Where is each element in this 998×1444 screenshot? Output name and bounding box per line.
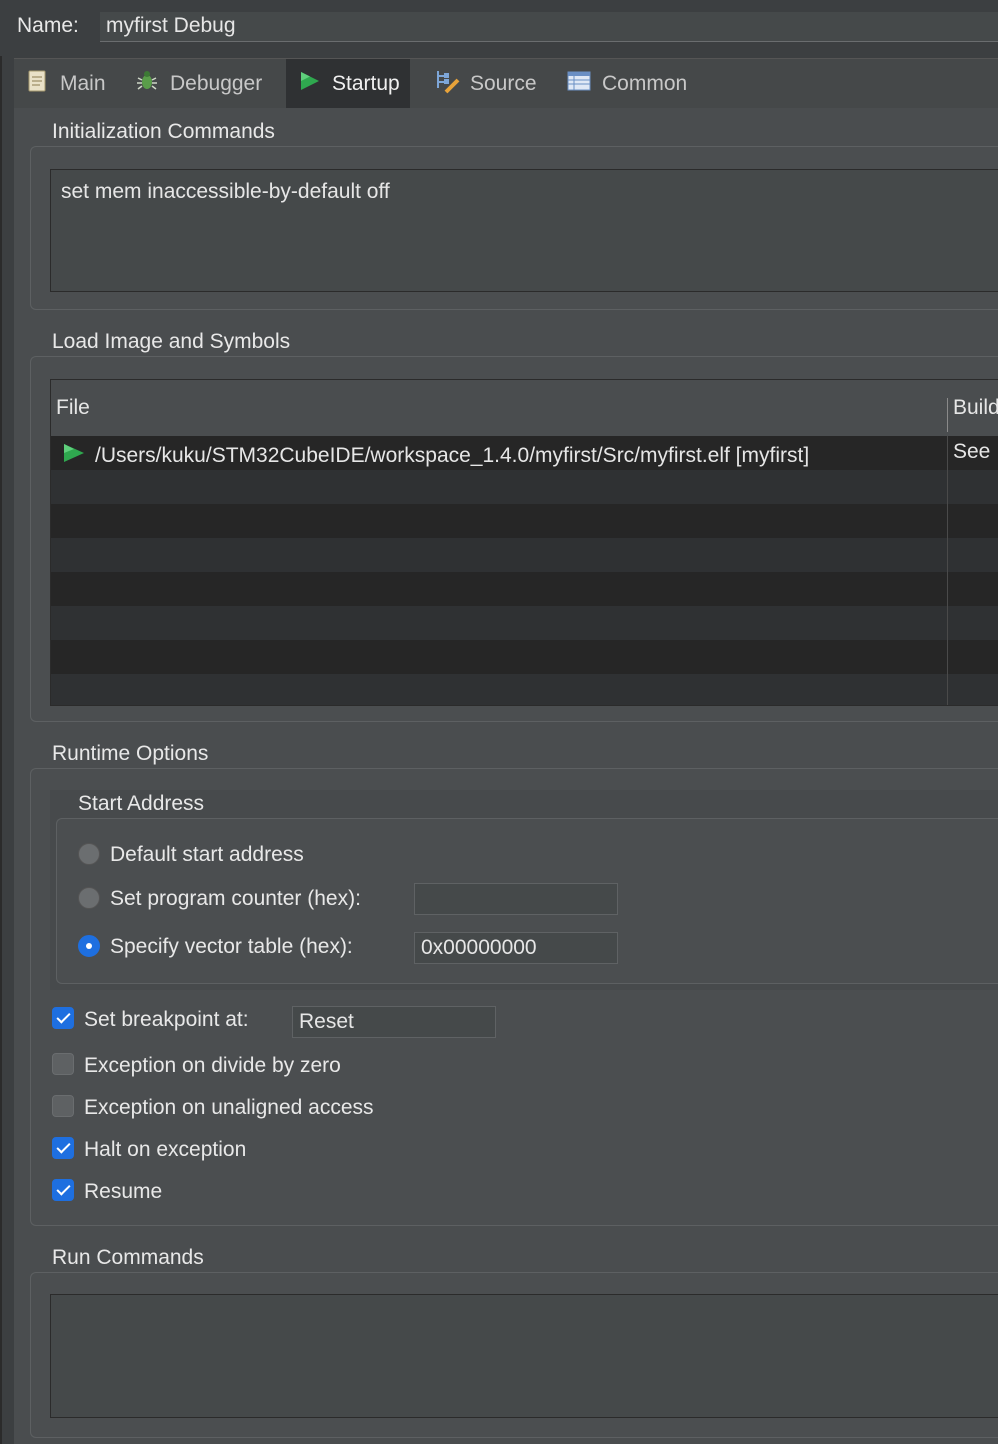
bug-icon bbox=[134, 68, 160, 100]
tab-debugger-label: Debugger bbox=[170, 72, 263, 95]
init-commands-title: Initialization Commands bbox=[52, 120, 275, 143]
vector-table-radio[interactable] bbox=[78, 935, 100, 957]
tab-bar: Main Debugger Startup Source Common bbox=[14, 58, 998, 109]
table-cell-build: See bbox=[953, 440, 991, 463]
table-icon bbox=[566, 68, 592, 100]
set-breakpoint-label: Set breakpoint at: bbox=[84, 1008, 249, 1031]
table-row-empty bbox=[51, 538, 998, 572]
halt-on-exception-label: Halt on exception bbox=[84, 1138, 247, 1161]
name-field[interactable]: myfirst Debug bbox=[100, 12, 998, 42]
play-icon bbox=[61, 440, 87, 472]
table-row-empty bbox=[51, 572, 998, 606]
table-row-empty bbox=[51, 504, 998, 538]
table-cell-file: /Users/kuku/STM32CubeIDE/workspace_1.4.0… bbox=[61, 440, 809, 472]
file-path: /Users/kuku/STM32CubeIDE/workspace_1.4.0… bbox=[95, 444, 810, 467]
column-header-build[interactable]: Build bbox=[953, 396, 998, 420]
run-commands-title: Run Commands bbox=[52, 1246, 204, 1269]
table-row-empty bbox=[51, 674, 998, 705]
default-start-radio[interactable] bbox=[78, 843, 100, 865]
name-label: Name: bbox=[17, 14, 79, 37]
resume-checkbox[interactable] bbox=[52, 1179, 74, 1201]
tab-debugger[interactable]: Debugger bbox=[124, 59, 272, 109]
tab-main[interactable]: Main bbox=[14, 59, 116, 109]
table-row-empty bbox=[51, 640, 998, 674]
table-row-empty bbox=[51, 606, 998, 640]
tab-source[interactable]: Source bbox=[424, 59, 547, 109]
column-divider bbox=[947, 436, 948, 705]
source-lookup-icon bbox=[434, 68, 460, 100]
table-row-empty bbox=[51, 470, 998, 504]
load-image-table: File Build /Users/kuku/STM32CubeIDE/work… bbox=[50, 379, 998, 706]
table-header: File Build bbox=[51, 380, 998, 437]
run-commands-textarea[interactable] bbox=[50, 1294, 998, 1418]
tab-main-label: Main bbox=[60, 72, 106, 95]
exception-unaligned-checkbox[interactable] bbox=[52, 1095, 74, 1117]
exception-divide-zero-label: Exception on divide by zero bbox=[84, 1054, 341, 1077]
exception-divide-zero-checkbox[interactable] bbox=[52, 1053, 74, 1075]
start-address-title: Start Address bbox=[78, 792, 205, 815]
tab-common-label: Common bbox=[602, 72, 688, 95]
resume-label: Resume bbox=[84, 1180, 163, 1203]
vector-table-label: Specify vector table (hex): bbox=[110, 935, 353, 958]
breakpoint-location-input[interactable]: Reset bbox=[292, 1006, 496, 1038]
default-start-label: Default start address bbox=[110, 843, 304, 866]
program-counter-label: Set program counter (hex): bbox=[110, 887, 361, 910]
column-separator[interactable] bbox=[947, 398, 948, 432]
halt-on-exception-checkbox[interactable] bbox=[52, 1137, 74, 1159]
column-header-file[interactable]: File bbox=[56, 396, 90, 420]
tab-common[interactable]: Common bbox=[556, 59, 697, 109]
dialog-left-edge bbox=[0, 56, 2, 1444]
document-icon bbox=[24, 68, 50, 100]
table-row[interactable]: /Users/kuku/STM32CubeIDE/workspace_1.4.0… bbox=[51, 436, 998, 470]
tab-startup-label: Startup bbox=[332, 72, 400, 95]
vector-table-input[interactable]: 0x00000000 bbox=[414, 932, 618, 964]
set-breakpoint-checkbox[interactable] bbox=[52, 1007, 74, 1029]
init-commands-textarea[interactable]: set mem inaccessible-by-default off bbox=[50, 169, 998, 292]
load-image-title: Load Image and Symbols bbox=[52, 330, 291, 353]
runtime-options-title: Runtime Options bbox=[52, 742, 209, 765]
tab-startup[interactable]: Startup bbox=[286, 59, 410, 109]
program-counter-input[interactable] bbox=[414, 883, 618, 915]
exception-unaligned-label: Exception on unaligned access bbox=[84, 1096, 374, 1119]
play-icon bbox=[296, 68, 322, 100]
program-counter-radio[interactable] bbox=[78, 887, 100, 909]
tab-source-label: Source bbox=[470, 72, 537, 95]
